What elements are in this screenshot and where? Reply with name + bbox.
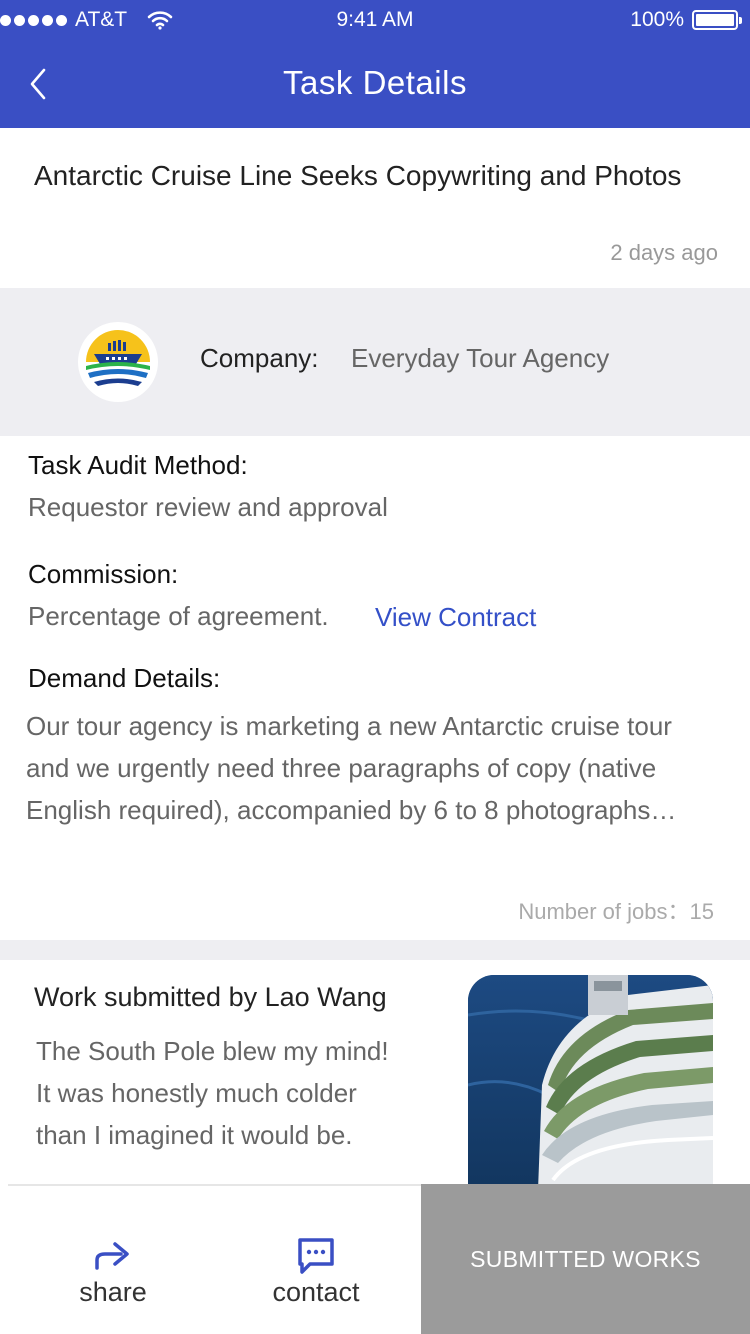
cruise-logo-icon	[80, 324, 156, 400]
bottom-action-bar: share contact SUBMITTED WORKS	[0, 1184, 750, 1334]
jobs-count-value: 15	[689, 899, 714, 924]
posted-time: 2 days ago	[610, 240, 718, 265]
work-photo[interactable]	[468, 975, 713, 1190]
message-icon	[298, 1238, 334, 1274]
company-name: Everyday Tour Agency	[351, 343, 610, 373]
jobs-count-label: Number of jobs：	[518, 899, 690, 924]
task-title: Antarctic Cruise Line Seeks Copywriting …	[34, 160, 682, 191]
share-label: share	[79, 1277, 147, 1307]
navigation-bar: Task Details	[0, 40, 750, 128]
audit-method-value: Requestor review and approval	[28, 492, 388, 522]
status-right: 100%	[630, 8, 742, 32]
contact-label: contact	[272, 1277, 360, 1307]
work-description: The South Pole blew my mind! It was hone…	[36, 1030, 446, 1156]
company-label: Company:	[200, 343, 319, 373]
commission-label: Commission:	[28, 559, 179, 589]
work-line: The South Pole blew my mind!	[36, 1036, 389, 1066]
demand-details-label: Demand Details:	[28, 663, 221, 693]
battery-icon	[692, 10, 742, 30]
jobs-count: Number of jobs：15	[518, 894, 714, 926]
company-section: Company: Everyday Tour Agency	[0, 288, 750, 436]
page-title: Task Details	[283, 64, 467, 101]
status-bar: AT&T 9:41 AM 100%	[0, 0, 750, 40]
work-title[interactable]: Work submitted by Lao Wang	[34, 982, 387, 1013]
share-icon	[95, 1242, 129, 1270]
cruise-ship-photo	[468, 975, 713, 1190]
demand-line: English required), accompanied by 6 to 8…	[26, 795, 677, 825]
audit-method-label: Task Audit Method:	[28, 450, 248, 480]
work-line: than I imagined it would be.	[36, 1120, 353, 1150]
section-divider	[0, 940, 750, 960]
demand-details-text: Our tour agency is marketing a new Antar…	[26, 705, 726, 831]
share-button[interactable]: share	[13, 1184, 213, 1334]
commission-value: Percentage of agreement.	[28, 601, 329, 631]
app-header: AT&T 9:41 AM 100% Task Details	[0, 0, 750, 128]
contact-button[interactable]: contact	[216, 1184, 416, 1334]
view-contract-link[interactable]: View Contract	[375, 602, 536, 633]
work-line: It was honestly much colder	[36, 1078, 357, 1108]
battery-percent: 100%	[630, 8, 684, 31]
submitted-works-button[interactable]: SUBMITTED WORKS	[421, 1184, 750, 1334]
demand-line: and we urgently need three paragraphs of…	[26, 753, 657, 783]
demand-line: Our tour agency is marketing a new Antar…	[26, 711, 672, 741]
company-logo	[80, 324, 156, 400]
